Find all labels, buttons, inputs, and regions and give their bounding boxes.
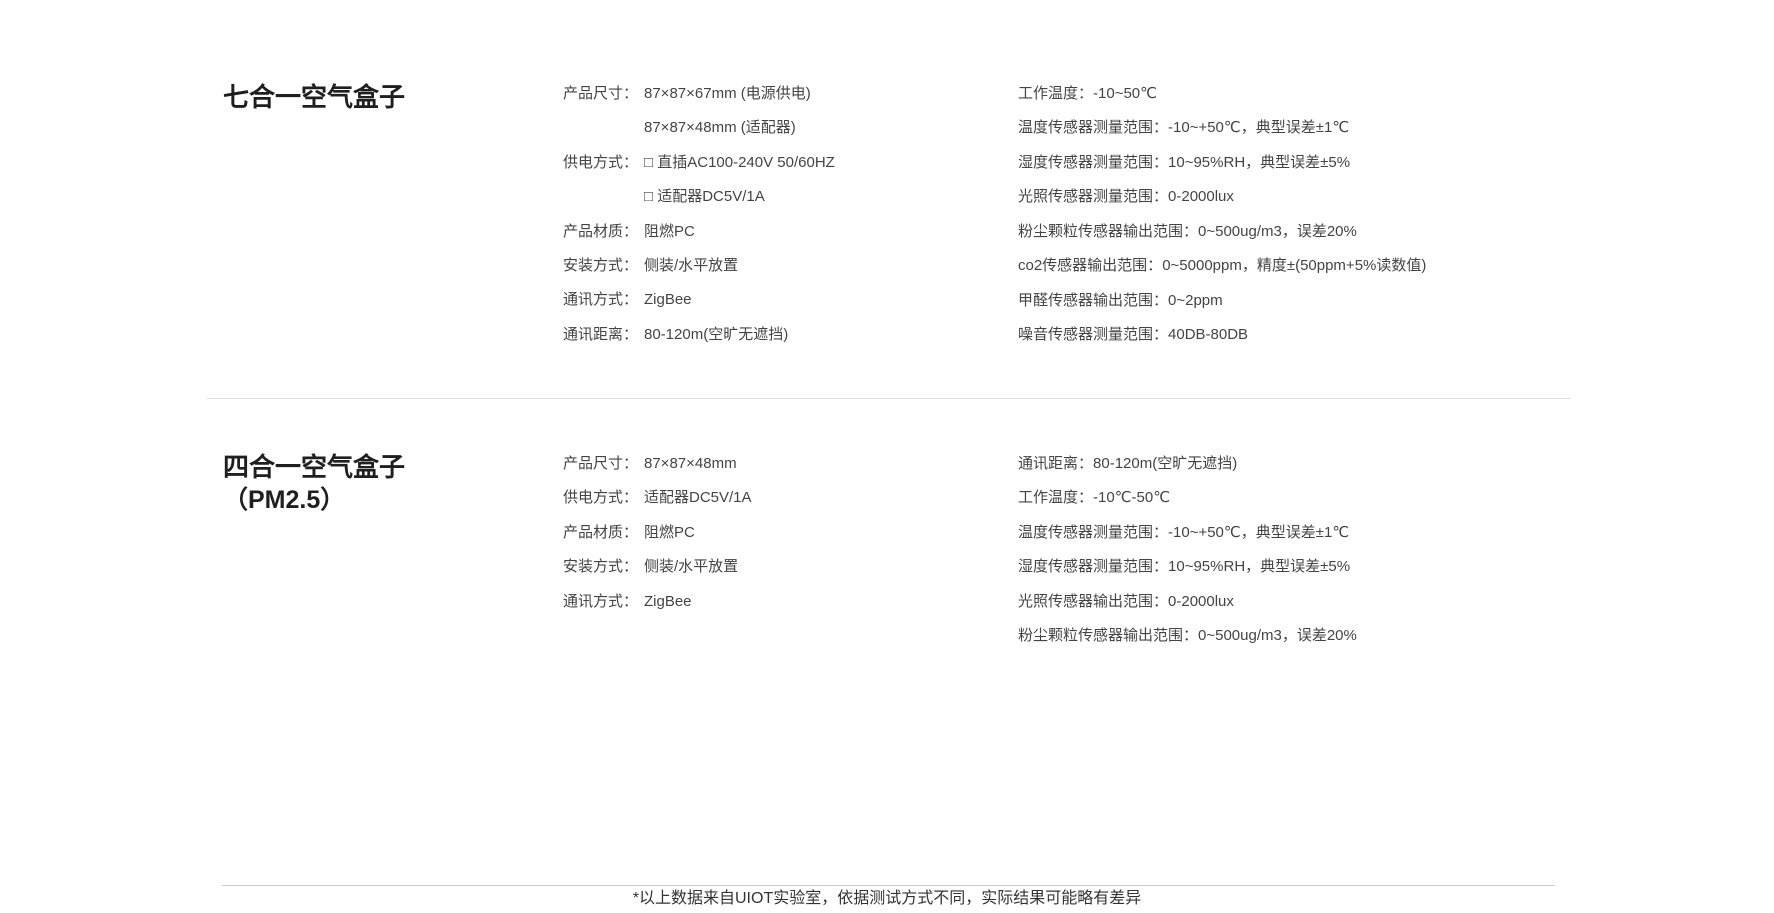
spec-row-temp-sensor: 温度传感器测量范围： -10~+50℃，典型误差±1℃ (1018, 111, 1458, 145)
spec-label (563, 111, 644, 145)
spec-label (563, 180, 644, 214)
spec-label: 温度传感器测量范围： (1018, 523, 1169, 541)
spec-row-temp-sensor: 温度传感器测量范围： -10~+50℃，典型误差±1℃ (1018, 516, 1458, 550)
spec-row-light-sensor: 光照传感器输出范围： 0-2000lux (1018, 585, 1458, 619)
spec-row-comm: 通讯方式： ZigBee (563, 283, 983, 317)
spec-label: 产品尺寸： (563, 455, 639, 472)
spec-label: 粉尘颗粒传感器输出范围： (1018, 222, 1199, 240)
spec-label: 通讯距离： (1018, 455, 1094, 472)
spec-value: -10℃-50℃ (1093, 489, 1171, 507)
spec-label: 产品材质： (563, 222, 639, 240)
product-subtitle: （PM2.5） (223, 486, 346, 514)
spec-label: 通讯方式： (563, 592, 639, 610)
spec-value: 80-120m(空旷无遮挡) (644, 325, 789, 343)
spec-value: ZigBee (644, 291, 692, 309)
spec-value: 0~500ug/m3，误差20% (1198, 222, 1357, 240)
spec-value: ZigBee (644, 592, 692, 610)
spec-row-comm: 通讯方式： ZigBee (563, 585, 983, 619)
spec-row-power: 供电方式： □ 直插AC100-240V 50/60HZ (563, 146, 983, 180)
spec-label: 粉尘颗粒传感器输出范围： (1018, 627, 1199, 645)
spec-row-working-temp: 工作温度： -10℃-50℃ (1018, 481, 1458, 515)
spec-value: 0-2000lux (1168, 188, 1234, 206)
spec-row-humidity-sensor: 湿度传感器测量范围： 10~95%RH，典型误差±5% (1018, 146, 1458, 180)
spec-label: 供电方式： (563, 153, 639, 171)
spec-text: co2传感器输出范围：0~5000ppm，精度±(50ppm+5%读数值) (1018, 254, 1426, 278)
spec-label: 通讯方式： (563, 291, 639, 309)
spec-label: 安装方式： (563, 257, 639, 275)
spec-row-dust-sensor: 粉尘颗粒传感器输出范围： 0~500ug/m3，误差20% (1018, 215, 1458, 249)
product-title: 七合一空气盒子 (223, 82, 406, 112)
spec-row-formaldehyde-sensor: 甲醛传感器输出范围： 0~2ppm (1018, 284, 1458, 318)
spec-list-right: 通讯距离： 80-120m(空旷无遮挡) 工作温度： -10℃-50℃ 温度传感… (1018, 447, 1458, 653)
spec-row-working-temp: 工作温度： -10~50℃ (1018, 77, 1458, 111)
spec-label: 供电方式： (563, 489, 639, 507)
spec-value: 40DB-80DB (1168, 326, 1249, 344)
spec-label: 光照传感器测量范围： (1018, 188, 1169, 206)
spec-row-noise-sensor: 噪音传感器测量范围： 40DB-80DB (1018, 318, 1458, 352)
spec-row-range: 通讯距离： 80-120m(空旷无遮挡) (1018, 447, 1458, 481)
spec-label: 工作温度： (1018, 489, 1094, 507)
spec-row-size-alt: 87×87×48mm (适配器) (563, 111, 983, 145)
spec-row-size: 产品尺寸： 87×87×48mm (563, 447, 983, 481)
spec-value: 0~5000ppm，精度±(50ppm+5%读数值) (1162, 257, 1427, 275)
spec-label: 甲醛传感器输出范围： (1018, 292, 1169, 310)
spec-list-left: 产品尺寸： 87×87×48mm 供电方式： 适配器DC5V/1A 产品材质： … (563, 447, 983, 619)
spec-label: 产品材质： (563, 523, 639, 541)
spec-label: 产品尺寸： (563, 85, 639, 102)
spec-value: 10~95%RH，典型误差±5% (1168, 153, 1351, 171)
spec-value: -10~+50℃，典型误差±1℃ (1168, 119, 1350, 137)
spec-label: co2传感器输出范围： (1018, 257, 1163, 275)
spec-label: 工作温度： (1018, 85, 1094, 102)
spec-row-light-sensor: 光照传感器测量范围： 0-2000lux (1018, 180, 1458, 214)
spec-list-left: 产品尺寸： 87×87×67mm (电源供电) 87×87×48mm (适配器)… (563, 77, 983, 352)
spec-value: 0-2000lux (1168, 592, 1234, 610)
spec-label: 噪音传感器测量范围： (1018, 326, 1169, 344)
spec-value: 适配器DC5V/1A (644, 489, 752, 507)
spec-value: 侧装/水平放置 (644, 257, 739, 275)
spec-row-material: 产品材质： 阻燃PC (563, 516, 983, 550)
spec-list-right: 工作温度： -10~50℃ 温度传感器测量范围： -10~+50℃，典型误差±1… (1018, 77, 1458, 353)
spec-value: 阻燃PC (644, 222, 695, 240)
spec-row-material: 产品材质： 阻燃PC (563, 215, 983, 249)
section-divider (207, 398, 1570, 399)
spec-value: 80-120m(空旷无遮挡) (1093, 455, 1238, 472)
spec-label: 湿度传感器测量范围： (1018, 558, 1169, 576)
spec-value: 87×87×67mm (电源供电) (644, 85, 811, 102)
spec-value: 0~500ug/m3，误差20% (1198, 627, 1357, 645)
spec-label: 安装方式： (563, 558, 639, 576)
spec-row-install: 安装方式： 侧装/水平放置 (563, 550, 983, 584)
spec-row-range: 通讯距离： 80-120m(空旷无遮挡) (563, 318, 983, 352)
spec-value: 87×87×48mm (适配器) (644, 119, 796, 137)
spec-row-power: 供电方式： 适配器DC5V/1A (563, 481, 983, 515)
spec-row-size: 产品尺寸： 87×87×67mm (电源供电) (563, 77, 983, 111)
spec-row-dust-sensor: 粉尘颗粒传感器输出范围： 0~500ug/m3，误差20% (1018, 619, 1458, 653)
spec-value: -10~50℃ (1093, 85, 1157, 102)
spec-row-co2-sensor: co2传感器输出范围：0~5000ppm，精度±(50ppm+5%读数值) (1018, 249, 1458, 284)
spec-value: □ 直插AC100-240V 50/60HZ (644, 153, 835, 171)
spec-value: -10~+50℃，典型误差±1℃ (1168, 523, 1350, 541)
spec-value: □ 适配器DC5V/1A (644, 188, 765, 206)
spec-row-humidity-sensor: 湿度传感器测量范围： 10~95%RH，典型误差±5% (1018, 550, 1458, 584)
spec-label: 通讯距离： (563, 325, 639, 343)
spec-value: 0~2ppm (1168, 292, 1223, 310)
spec-value: 阻燃PC (644, 523, 695, 541)
product-title: 四合一空气盒子 (223, 452, 406, 482)
footer-disclaimer: *以上数据来自UIOT实验室，依据测试方式不同，实际结果可能略有差异 (632, 890, 1142, 907)
spec-label: 温度传感器测量范围： (1018, 119, 1169, 137)
spec-row-power-alt: □ 适配器DC5V/1A (563, 180, 983, 214)
spec-value: 侧装/水平放置 (644, 558, 739, 576)
spec-value: 87×87×48mm (644, 455, 737, 472)
spec-value: 10~95%RH，典型误差±5% (1168, 558, 1351, 576)
spec-row-install: 安装方式： 侧装/水平放置 (563, 249, 983, 283)
footer-divider (222, 885, 1555, 886)
spec-label: 光照传感器输出范围： (1018, 592, 1169, 610)
spec-label: 湿度传感器测量范围： (1018, 153, 1169, 171)
